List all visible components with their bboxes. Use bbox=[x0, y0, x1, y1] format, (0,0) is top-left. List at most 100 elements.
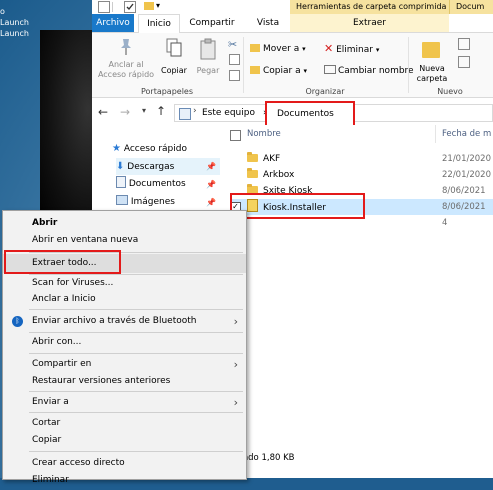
new-folder-button[interactable]: Nueva carpeta bbox=[414, 36, 450, 84]
menu-item-enviar-a[interactable]: Enviar a › bbox=[3, 393, 246, 412]
back-arrow-icon[interactable]: ← bbox=[98, 105, 108, 119]
paste-button[interactable]: Pegar bbox=[192, 36, 224, 84]
menu-separator bbox=[29, 391, 243, 392]
recent-locations-chevron-icon[interactable]: ▾ bbox=[142, 106, 146, 115]
nav-item-quick-access[interactable]: ★ Acceso rápido bbox=[112, 140, 224, 157]
pin-quick-access-button[interactable]: Anclar al Acceso rápido bbox=[96, 36, 156, 84]
new-item-icon[interactable] bbox=[458, 38, 470, 50]
nav-item-descargas[interactable]: ⬇ Descargas 📌 bbox=[116, 158, 220, 175]
desktop-text-line: o bbox=[0, 7, 5, 16]
breadcrumb-documentos[interactable]: Documentos bbox=[277, 109, 334, 119]
clipboard-icon bbox=[200, 38, 216, 60]
new-group-title: Nuevo bbox=[437, 87, 463, 96]
rename-button[interactable]: Cambiar nombre bbox=[324, 64, 414, 78]
star-icon: ★ bbox=[112, 143, 121, 154]
document-icon bbox=[116, 176, 126, 188]
nav-item-documentos[interactable]: Documentos 📌 bbox=[116, 176, 220, 193]
move-folder-icon bbox=[250, 44, 260, 52]
tab-inicio[interactable]: Inicio bbox=[138, 14, 180, 33]
column-divider bbox=[435, 125, 436, 143]
status-bar: ionado 1,80 KB bbox=[230, 448, 493, 468]
new-folder-icon bbox=[422, 42, 440, 58]
select-all-checkbox[interactable] bbox=[230, 130, 241, 141]
column-header-name[interactable]: Nombre bbox=[247, 129, 281, 139]
paste-shortcut-icon[interactable] bbox=[229, 70, 240, 81]
copy-icon bbox=[166, 38, 182, 57]
file-date: 22/01/2020 bbox=[442, 170, 491, 180]
address-row: ← → ▾ ↑ › Este equipo › Documentos bbox=[92, 101, 493, 127]
file-name: AKF bbox=[263, 154, 281, 164]
delete-x-icon: ✕ bbox=[324, 42, 334, 55]
chevron-down-icon: ▾ bbox=[375, 46, 380, 54]
group-divider bbox=[243, 37, 244, 93]
tab-extraer[interactable]: Extraer bbox=[290, 14, 449, 32]
move-to-button[interactable]: Mover a ▾ bbox=[250, 42, 306, 56]
qat-checkbox-icon[interactable] bbox=[124, 1, 136, 13]
nav-item-label: Acceso rápido bbox=[123, 144, 187, 154]
chevron-down-icon: ▾ bbox=[303, 67, 307, 75]
group-divider bbox=[408, 37, 409, 93]
rename-icon bbox=[324, 65, 336, 74]
menu-item-abrir-ventana-nueva[interactable]: Abrir en ventana nueva bbox=[3, 231, 246, 250]
move-to-label: Mover a bbox=[263, 44, 300, 54]
desktop-text-line: Launch bbox=[0, 29, 29, 38]
breadcrumb-este-equipo[interactable]: Este equipo bbox=[202, 108, 255, 118]
copy-path-icon[interactable] bbox=[229, 54, 240, 65]
file-name: Arkbox bbox=[263, 170, 295, 180]
easy-access-icon[interactable] bbox=[458, 56, 470, 68]
cut-icon[interactable]: ✂ bbox=[228, 38, 237, 51]
kiosk-installer-highlight-box bbox=[230, 193, 365, 219]
tab-archivo[interactable]: Archivo bbox=[92, 14, 134, 32]
forward-arrow-icon[interactable]: → bbox=[120, 105, 130, 119]
desktop-wallpaper-image bbox=[40, 30, 100, 230]
copy-button[interactable]: Copiar bbox=[158, 36, 190, 84]
tab-compartir[interactable]: Compartir bbox=[184, 14, 240, 32]
desktop-icon-labels: o Launch Launch bbox=[0, 6, 40, 39]
file-date: 21/01/2020 bbox=[442, 154, 491, 164]
copy-label: Copiar bbox=[161, 66, 187, 75]
copy-to-button[interactable]: Copiar a ▾ bbox=[250, 64, 307, 78]
bluetooth-icon: ᛒ bbox=[12, 316, 23, 327]
menu-item-abrir-con[interactable]: Abrir con... bbox=[3, 333, 246, 352]
qat-properties-icon[interactable] bbox=[98, 1, 110, 13]
up-arrow-icon[interactable]: ↑ bbox=[156, 104, 166, 118]
menu-item-anclar-inicio[interactable]: Anclar a Inicio bbox=[3, 290, 246, 309]
tab-vista[interactable]: Vista bbox=[250, 14, 286, 32]
image-icon bbox=[116, 195, 128, 205]
column-header-date[interactable]: Fecha de m bbox=[442, 129, 491, 139]
breadcrumb-chevron-icon: › bbox=[193, 106, 197, 116]
copy-to-label: Copiar a bbox=[263, 66, 301, 76]
chevron-down-icon: ▾ bbox=[302, 45, 306, 53]
menu-item-restaurar-versiones[interactable]: Restaurar versiones anteriores bbox=[3, 372, 246, 391]
menu-item-enviar-bluetooth[interactable]: ᛒ Enviar archivo a través de Bluetooth › bbox=[3, 312, 246, 331]
qat-folder-icon[interactable] bbox=[144, 2, 154, 10]
download-icon: ⬇ bbox=[116, 161, 125, 172]
documents-title-header: Docum bbox=[449, 0, 493, 14]
file-name-cell: AKF bbox=[247, 151, 280, 167]
submenu-arrow-icon: › bbox=[233, 315, 238, 328]
file-row[interactable]: Arkbox 22/01/2020 bbox=[230, 167, 493, 183]
clipboard-group-title: Portapapeles bbox=[140, 87, 194, 96]
file-row[interactable]: AKF 21/01/2020 bbox=[230, 151, 493, 167]
desktop-text-line: Launch bbox=[0, 18, 29, 27]
ribbon-body: Anclar al Acceso rápido Copiar Pegar ✂ P… bbox=[92, 33, 493, 98]
delete-button[interactable]: ✕ Eliminar ▾ bbox=[324, 42, 379, 56]
ribbon-tab-row: Archivo Inicio Compartir Vista Extraer bbox=[92, 14, 493, 33]
nav-item-imagenes[interactable]: Imágenes 📌 bbox=[116, 194, 220, 211]
pin-label-2: Acceso rápido bbox=[97, 70, 155, 79]
new-folder-label-1: Nueva bbox=[419, 64, 445, 73]
submenu-arrow-icon: › bbox=[233, 396, 238, 409]
this-pc-icon bbox=[179, 108, 191, 120]
file-date: 8/06/2021 4 bbox=[442, 202, 486, 228]
menu-separator bbox=[29, 309, 243, 310]
copy-folder-icon bbox=[250, 66, 260, 74]
pin-label-1: Anclar al bbox=[108, 60, 144, 69]
menu-separator bbox=[29, 412, 243, 413]
qat-dropdown-icon[interactable]: ▾ bbox=[156, 1, 160, 10]
paste-label: Pegar bbox=[196, 66, 220, 75]
pin-icon bbox=[121, 39, 131, 55]
documentos-highlight-box: Documentos bbox=[265, 101, 355, 127]
nav-item-label: Descargas bbox=[127, 162, 175, 172]
menu-item-eliminar[interactable]: Eliminar bbox=[3, 471, 246, 490]
menu-item-copiar[interactable]: Copiar bbox=[3, 431, 246, 450]
